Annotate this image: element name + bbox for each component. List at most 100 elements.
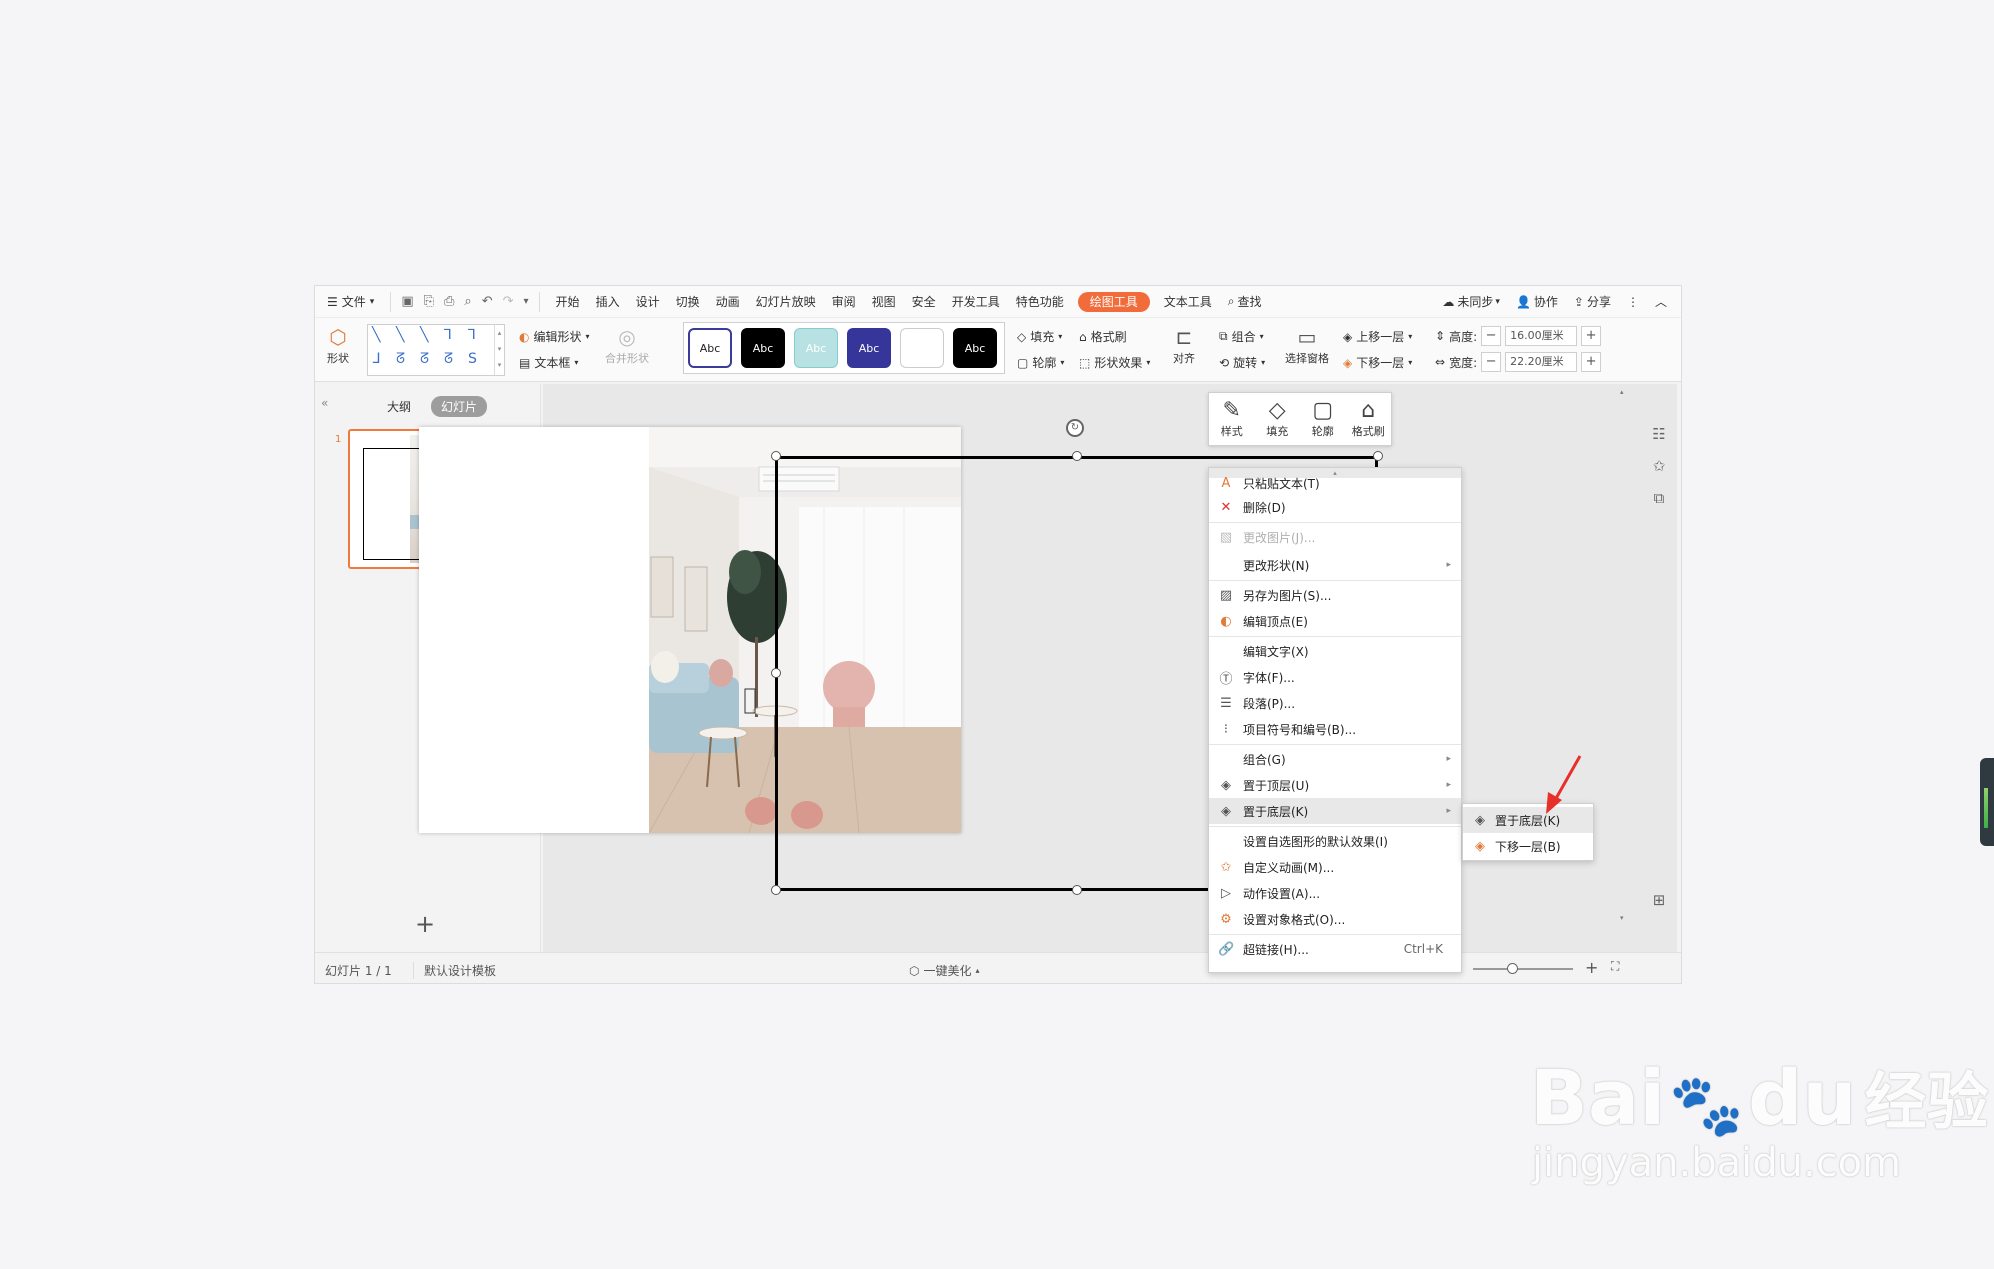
menu-item-edit-text[interactable]: 编辑文字(X) bbox=[1209, 638, 1461, 664]
tab-transition[interactable]: 切换 bbox=[668, 286, 708, 318]
rotate-button[interactable]: ⟲ 旋转 ▾ bbox=[1219, 354, 1265, 371]
menu-item-bring-to-front[interactable]: ◈ 置于顶层(U) ▸ bbox=[1209, 772, 1461, 798]
template-name[interactable]: 默认设计模板 bbox=[413, 962, 496, 979]
redo-icon[interactable]: ↷ bbox=[503, 294, 514, 309]
mini-outline-button[interactable]: ▢ 轮廓 bbox=[1300, 393, 1346, 445]
edge-widget[interactable] bbox=[1980, 758, 1994, 846]
search-button[interactable]: ⌕ 查找 bbox=[1220, 286, 1270, 318]
tab-insert[interactable]: 插入 bbox=[588, 286, 628, 318]
menu-item-paragraph[interactable]: ☰ 段落(P)... bbox=[1209, 690, 1461, 716]
scroll-down-icon[interactable]: ▾ bbox=[1620, 914, 1624, 922]
style-swatch-5[interactable] bbox=[900, 328, 944, 368]
style-swatch-1[interactable]: Abc bbox=[688, 328, 732, 368]
vertical-scrollbar[interactable]: ▴ ▾ bbox=[1619, 384, 1629, 952]
undo-icon[interactable]: ↶ bbox=[482, 294, 493, 309]
bring-forward-button[interactable]: ◈ 上移一层 ▾ bbox=[1343, 328, 1412, 345]
elbow-double-arrow-icon[interactable]: ᒧ bbox=[372, 351, 381, 367]
paste-format-icon[interactable]: ⎘ bbox=[424, 294, 434, 309]
height-input[interactable]: 16.00厘米 bbox=[1505, 326, 1578, 346]
curved-arrow-icon[interactable]: ᘔ bbox=[420, 351, 429, 367]
tab-design[interactable]: 设计 bbox=[628, 286, 668, 318]
collapse-panel-icon[interactable]: « bbox=[321, 396, 328, 410]
fill-button[interactable]: ◇ 填充 ▾ bbox=[1017, 328, 1062, 345]
shape-effect-button[interactable]: ⬚ 形状效果 ▾ bbox=[1079, 354, 1150, 371]
edit-shape-button[interactable]: ◐ 编辑形状 ▾ bbox=[519, 328, 590, 345]
menu-item-format-object[interactable]: ⚙ 设置对象格式(O)... bbox=[1209, 906, 1461, 932]
menu-item-save-as-picture[interactable]: ▨ 另存为图片(S)... bbox=[1209, 582, 1461, 608]
tab-view[interactable]: 视图 bbox=[864, 286, 904, 318]
style-swatch-3[interactable]: Abc bbox=[794, 328, 838, 368]
tab-review[interactable]: 审阅 bbox=[824, 286, 864, 318]
tab-start[interactable]: 开始 bbox=[548, 286, 588, 318]
tab-text-tools[interactable]: 文本工具 bbox=[1156, 286, 1220, 318]
send-backward-button[interactable]: ◈ 下移一层 ▾ bbox=[1343, 354, 1412, 371]
save-icon[interactable]: ▣ bbox=[401, 294, 413, 309]
tab-slideshow[interactable]: 幻灯片放映 bbox=[748, 286, 824, 318]
menu-item-send-to-back[interactable]: ◈ 置于底层(K) ▸ bbox=[1209, 798, 1461, 824]
customize-icon[interactable]: ▾ bbox=[524, 296, 529, 307]
menu-item-change-shape[interactable]: 更改形状(N) ▸ bbox=[1209, 552, 1461, 578]
print-preview-icon[interactable]: ⌕ bbox=[464, 294, 471, 309]
collab-button[interactable]: 👤 协作 bbox=[1508, 286, 1566, 318]
menu-item-paste-text[interactable]: A 只粘贴文本(T) bbox=[1209, 474, 1461, 492]
line-icon[interactable]: ╲ bbox=[372, 327, 380, 343]
curved-connector-icon[interactable]: ᘔ bbox=[396, 351, 405, 367]
resize-handle-bl[interactable] bbox=[771, 885, 781, 895]
menu-item-custom-animation[interactable]: ✩ 自定义动画(M)... bbox=[1209, 854, 1461, 880]
share-button[interactable]: ⇪ 分享 bbox=[1566, 286, 1619, 318]
mini-format-painter-button[interactable]: ⌂ 格式刷 bbox=[1346, 393, 1392, 445]
tab-animation[interactable]: 动画 bbox=[708, 286, 748, 318]
text-box-button[interactable]: ▤ 文本框 ▾ bbox=[519, 354, 578, 371]
style-swatch-2[interactable]: Abc bbox=[741, 328, 785, 368]
animation-star-icon[interactable]: ✩ bbox=[1653, 457, 1666, 475]
shape-button[interactable]: ⬡ 形状 bbox=[325, 324, 351, 366]
grid-view-icon[interactable]: ⊞ bbox=[1653, 891, 1666, 909]
copy-shapes-icon[interactable]: ⧉ bbox=[1654, 489, 1665, 507]
elbow-arrow-icon[interactable]: ⅂ bbox=[468, 327, 476, 343]
menu-item-bullets[interactable]: ⁝ 项目符号和编号(B)... bbox=[1209, 716, 1461, 742]
file-menu[interactable]: ☰ 文件 ▾ bbox=[315, 286, 382, 318]
tab-slides[interactable]: 幻灯片 bbox=[431, 396, 488, 417]
mini-fill-button[interactable]: ◇ 填充 bbox=[1255, 393, 1301, 445]
selection-pane-button[interactable]: ▭ 选择窗格 bbox=[1285, 324, 1329, 366]
double-arrow-icon[interactable]: ╲ bbox=[420, 327, 428, 343]
fit-window-icon[interactable]: ⛶ bbox=[1611, 959, 1619, 974]
menu-item-default-effect[interactable]: 设置自选图形的默认效果(I) bbox=[1209, 828, 1461, 854]
settings-sliders-icon[interactable]: ☷ bbox=[1652, 425, 1665, 443]
format-painter-button[interactable]: ⌂ 格式刷 bbox=[1079, 328, 1127, 345]
shape-gallery[interactable]: ╲ ╲ ╲ ⅂ ⅂ ᒧ ᘔ ᘔ ᘔ S ▴ ▾ ▾ bbox=[367, 324, 505, 376]
align-button[interactable]: ⊏ 对齐 bbox=[1171, 324, 1197, 366]
resize-handle-ml[interactable] bbox=[771, 668, 781, 678]
menu-item-action-settings[interactable]: ▷ 动作设置(A)... bbox=[1209, 880, 1461, 906]
beautify-button[interactable]: ⬡ 一键美化 ▴ bbox=[909, 962, 980, 979]
curved-double-arrow-icon[interactable]: ᘔ bbox=[444, 351, 453, 367]
resize-handle-tl[interactable] bbox=[771, 451, 781, 461]
zoom-slider-thumb[interactable] bbox=[1507, 963, 1518, 974]
tab-outline[interactable]: 大纲 bbox=[377, 396, 421, 417]
elbow-connector-icon[interactable]: ⅂ bbox=[444, 327, 452, 343]
menu-item-font[interactable]: Ⓣ 字体(F)... bbox=[1209, 664, 1461, 690]
height-plus-button[interactable]: + bbox=[1581, 326, 1602, 346]
resize-handle-bm[interactable] bbox=[1072, 885, 1082, 895]
sync-button[interactable]: ☁ 未同步 ▾ bbox=[1434, 286, 1508, 318]
menu-item-delete[interactable]: ✕ 删除(D) bbox=[1209, 494, 1461, 520]
width-minus-button[interactable]: − bbox=[1481, 352, 1502, 372]
arrow-line-icon[interactable]: ╲ bbox=[396, 327, 404, 343]
menu-item-hyperlink[interactable]: 🔗 超链接(H)... Ctrl+K bbox=[1209, 936, 1461, 962]
gallery-scroll[interactable]: ▴ ▾ ▾ bbox=[494, 325, 504, 375]
menu-item-edit-points[interactable]: ◐ 编辑顶点(E) bbox=[1209, 608, 1461, 634]
print-icon[interactable]: ⎙ bbox=[444, 294, 454, 309]
resize-handle-tr[interactable] bbox=[1373, 451, 1383, 461]
curve-icon[interactable]: S bbox=[468, 351, 477, 367]
scroll-up-icon[interactable]: ▴ bbox=[1620, 388, 1624, 396]
tab-drawing-tools[interactable]: 绘图工具 bbox=[1077, 291, 1150, 312]
height-minus-button[interactable]: − bbox=[1481, 326, 1502, 346]
submenu-item-send-backward[interactable]: ◈ 下移一层(B) bbox=[1463, 833, 1593, 859]
style-swatch-6[interactable]: Abc bbox=[953, 328, 997, 368]
menu-item-change-picture[interactable]: ▧ 更改图片(J)... bbox=[1209, 524, 1461, 550]
zoom-slider[interactable] bbox=[1473, 963, 1573, 974]
mini-style-button[interactable]: ✎ 样式 bbox=[1209, 393, 1255, 445]
merge-shape-button[interactable]: ◎ 合并形状 bbox=[605, 324, 649, 366]
outline-button[interactable]: ▢ 轮廓 ▾ bbox=[1017, 354, 1064, 371]
tab-security[interactable]: 安全 bbox=[904, 286, 944, 318]
